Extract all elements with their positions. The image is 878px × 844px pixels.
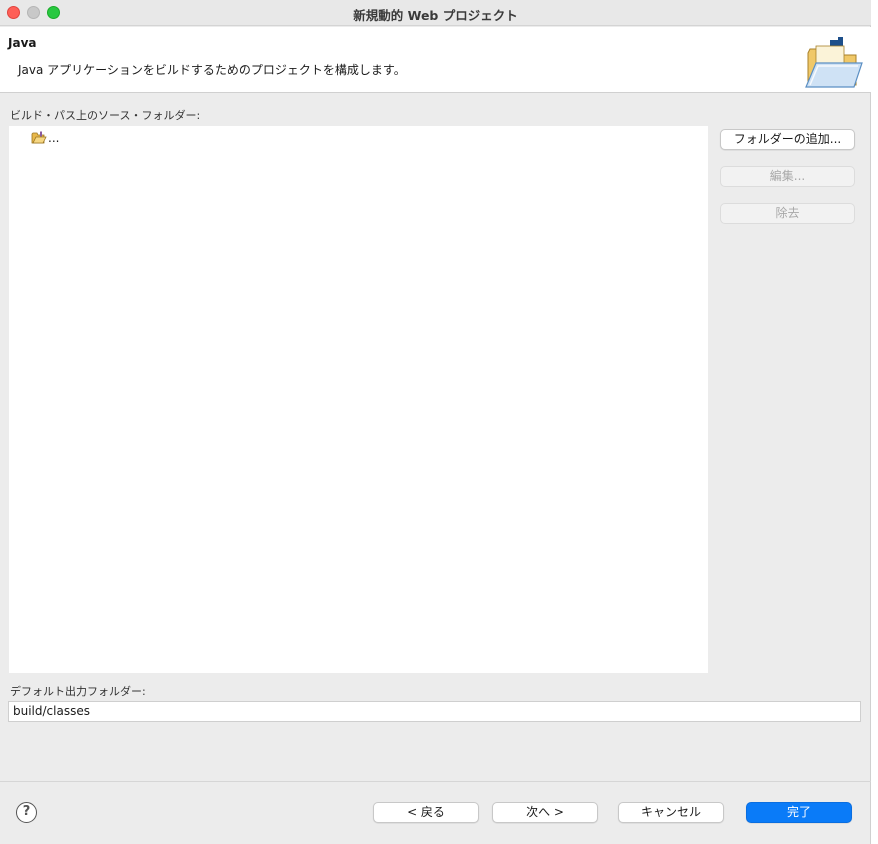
background-edge bbox=[872, 0, 878, 844]
page-description: Java アプリケーションをビルドするためのプロジェクトを構成します。 bbox=[18, 63, 406, 77]
folder-wizard-icon bbox=[805, 37, 863, 88]
next-button[interactable]: 次へ > bbox=[492, 802, 598, 823]
window-title: 新規動的 Web プロジェクト bbox=[353, 8, 518, 23]
source-folder-icon bbox=[31, 131, 47, 144]
back-button[interactable]: < 戻る bbox=[373, 802, 479, 823]
title-bar: 新規動的 Web プロジェクト bbox=[0, 0, 871, 26]
source-folders-tree[interactable]: ... bbox=[9, 126, 708, 673]
source-folders-label: ビルド・パス上のソース・フォルダー: bbox=[10, 109, 201, 122]
output-folder-input[interactable]: build/classes bbox=[8, 701, 861, 722]
edit-button[interactable]: 編集... bbox=[720, 166, 855, 187]
dialog-window: 新規動的 Web プロジェクト Java Java アプリケーションをビルドする… bbox=[0, 0, 871, 844]
tree-item-label: ... bbox=[48, 131, 60, 145]
page-title: Java bbox=[8, 36, 37, 50]
footer-separator bbox=[0, 781, 871, 782]
output-folder-label: デフォルト出力フォルダー: bbox=[10, 685, 146, 698]
help-icon[interactable]: ? bbox=[16, 802, 37, 823]
remove-button[interactable]: 除去 bbox=[720, 203, 855, 224]
finish-button[interactable]: 完了 bbox=[746, 802, 852, 823]
wizard-header: Java Java アプリケーションをビルドするためのプロジェクトを構成します。 bbox=[0, 27, 871, 93]
add-folder-button[interactable]: フォルダーの追加... bbox=[720, 129, 855, 150]
tree-item[interactable]: ... bbox=[31, 130, 59, 146]
cancel-button[interactable]: キャンセル bbox=[618, 802, 724, 823]
